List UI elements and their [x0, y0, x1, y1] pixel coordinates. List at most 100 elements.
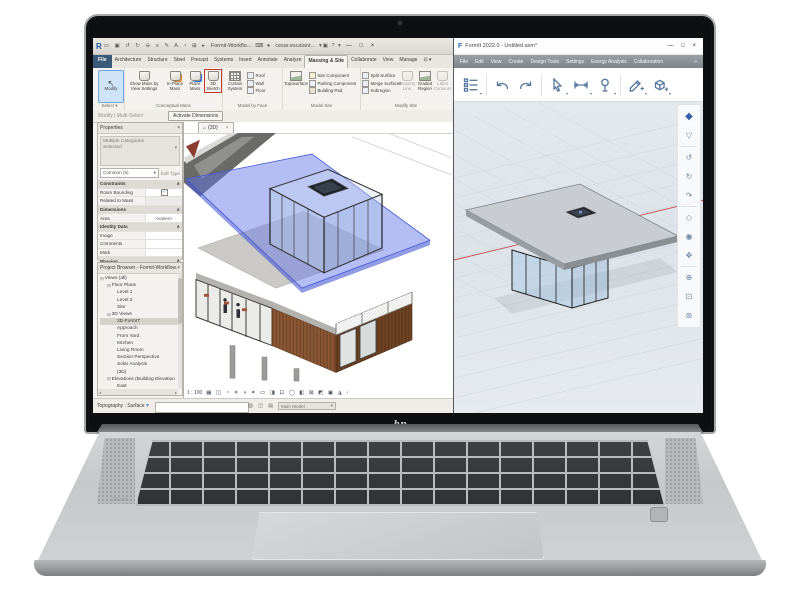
formit-window-controls[interactable]: — □ ×	[668, 43, 699, 49]
main-model-select[interactable]: Main Model▾	[278, 402, 336, 410]
modify-button[interactable]: ↖ Modify	[98, 70, 124, 103]
menu-energy-analysis[interactable]: Energy Analysis	[591, 59, 627, 65]
tab-insert[interactable]: Insert	[236, 55, 255, 68]
wall-button[interactable]: Wall	[247, 80, 266, 88]
toposurface-button[interactable]: Toposurface	[284, 70, 308, 87]
view-tab-3d[interactable]: ⌂ {3D} ×	[198, 122, 234, 133]
menu-design-tools[interactable]: Design Tools	[530, 59, 559, 65]
floor-button[interactable]: Floor	[247, 87, 266, 95]
in-place-mass-button[interactable]: In-Place Mass	[164, 70, 186, 92]
tab-manage[interactable]: Manage	[396, 55, 420, 68]
split-surface-button[interactable]: Split Surface	[362, 72, 402, 80]
tree-item[interactable]: ⊟3D Views	[100, 311, 182, 318]
account-name[interactable]: cesar.escalant...	[275, 43, 315, 49]
menu-file[interactable]: File	[460, 59, 468, 65]
type-selector[interactable]: Multiple Categories Selected ▾	[100, 136, 180, 166]
menu-settings[interactable]: Settings	[566, 59, 584, 65]
zoom-in-icon[interactable]: ⊕	[678, 268, 700, 287]
tab-collaborate[interactable]: Collaborate	[348, 55, 380, 68]
dimension-icon[interactable]: ▾	[572, 76, 590, 94]
section-constraints[interactable]: Constraints∧	[98, 180, 182, 189]
menu-overflow-icon[interactable]: »	[694, 59, 697, 65]
tab-analyze[interactable]: Analyze	[281, 55, 305, 68]
orbit-icon[interactable]: ↺	[678, 148, 700, 167]
menu-view[interactable]: View	[491, 59, 502, 65]
roof-button[interactable]: Roof	[247, 72, 266, 80]
tree-item[interactable]: Living Room	[100, 347, 182, 354]
view-control-bar[interactable]: 1 : 100 ▦ ◫ ◔ ☀ ◑ ✦ ▭ ◨ ⊡ ◯ ◧ ⊠ ◩ ▣ ◮ ‹	[187, 390, 350, 396]
tree-item[interactable]: ⊟Floor Plans	[100, 282, 182, 289]
tab-annotate[interactable]: Annotate	[255, 55, 281, 68]
view-cube-icon[interactable]: ◆	[678, 107, 700, 126]
tree-item[interactable]: Level 2	[100, 297, 182, 304]
place-mass-button[interactable]: Place Mass	[186, 70, 204, 92]
group-label-model-by-face[interactable]: Model by Face	[223, 103, 282, 110]
tab-massing-site[interactable]: Massing & Site	[304, 55, 348, 68]
tree-item[interactable]: From Yard	[100, 333, 182, 340]
menu-create[interactable]: Create	[508, 59, 523, 65]
tree-item[interactable]: Level 1	[100, 289, 182, 296]
project-browser-close-icon[interactable]: ×	[177, 265, 180, 271]
zoom-extents-icon[interactable]: ⊛	[678, 306, 700, 325]
draw-pencil-icon[interactable]: ▾	[627, 76, 645, 94]
tab-architecture[interactable]: Architecture	[112, 55, 145, 68]
tab-file[interactable]: File	[93, 55, 112, 68]
redo-icon[interactable]	[517, 76, 535, 94]
view-scale[interactable]: 1 : 100	[187, 390, 202, 396]
curtain-system-button[interactable]: Curtain System	[224, 70, 246, 92]
merge-surfaces-button[interactable]: Merge Surfaces	[362, 80, 402, 88]
graded-region-button[interactable]: Graded Region	[416, 70, 434, 92]
help-icons[interactable]: ▣ ? ▾	[323, 43, 342, 49]
formit-canvas[interactable]: ◆ ▽ ↺ ↻ ↷ ◇ ◉ ✥ ⊕ ⊡ ⊛	[454, 102, 703, 413]
group-label-model-site[interactable]: Model Site	[283, 103, 360, 110]
tab-view[interactable]: View	[380, 55, 397, 68]
undo-icon[interactable]	[493, 76, 511, 94]
view-tab-close-icon[interactable]: ×	[226, 125, 229, 131]
activate-dimensions-button[interactable]: Activate Dimensions	[168, 111, 223, 121]
revit-logo-icon[interactable]: R	[96, 42, 102, 51]
site-component-button[interactable]: Site Component	[309, 72, 356, 80]
subregion-button[interactable]: Subregion	[362, 87, 402, 95]
view-control-icons[interactable]: ▦ ◫ ◔ ☀ ◑ ✦ ▭ ◨ ⊡ ◯ ◧ ⊠ ◩ ▣ ◮ ‹	[206, 390, 349, 396]
tabs-overflow-icon[interactable]: ⊡ ▾	[420, 55, 434, 68]
group-label-conceptual-mass[interactable]: Conceptual Mass	[125, 103, 222, 110]
tree-item[interactable]: Approach	[100, 325, 182, 332]
tree-item[interactable]: Section Perspective	[100, 354, 182, 361]
section-identity-data[interactable]: Identity Data∧	[98, 223, 182, 232]
browser-vertical-scrollbar[interactable]	[178, 273, 182, 389]
tree-item[interactable]: ⊟Elevations (Building Elevation	[100, 376, 182, 383]
orbit-axis-icon[interactable]: ↻	[678, 167, 700, 186]
tree-item[interactable]: Site	[100, 304, 182, 311]
show-mass-button[interactable]: Show Mass by View Settings	[126, 70, 162, 92]
edit-type-button[interactable]: Edit Type	[161, 171, 180, 176]
select-cursor-icon[interactable]: ▾	[548, 76, 566, 94]
tree-item[interactable]: ⊟Views (all)	[100, 275, 182, 282]
primitive-cube-icon[interactable]: ▾	[651, 76, 669, 94]
pan-icon[interactable]: ✥	[678, 246, 700, 265]
tab-structure[interactable]: Structure	[144, 55, 170, 68]
menu-edit[interactable]: Edit	[475, 59, 484, 65]
walk-icon[interactable]: ◉	[678, 227, 700, 246]
spin-icon[interactable]: ↷	[678, 186, 700, 205]
look-around-icon[interactable]: ◇	[678, 208, 700, 227]
parking-component-button[interactable]: Parking Component	[309, 80, 356, 88]
properties-filter-select[interactable]: Common (5)▾	[100, 168, 159, 178]
tab-precast[interactable]: Precast	[188, 55, 211, 68]
tree-item[interactable]: {3D}	[100, 368, 182, 375]
chevron-down-icon[interactable]: ▾	[175, 146, 177, 152]
group-label-modify-site[interactable]: Modify Site	[361, 103, 451, 110]
filter-icon[interactable]: ▼	[145, 403, 150, 409]
room-bounding-checkbox[interactable]: ✓	[161, 189, 168, 196]
quick-access-toolbar[interactable]: ▭ ▣ ↺ ↻ ⊖ ≡ ✎ A ◔ ⊞ ▸	[104, 43, 207, 49]
browser-horizontal-scrollbar[interactable]: ◂▸	[98, 389, 178, 395]
properties-close-icon[interactable]: ×	[177, 125, 180, 131]
tree-item-selected[interactable]: 3D-FormIT	[100, 318, 182, 325]
inspect-probe-icon[interactable]: ▾	[596, 76, 614, 94]
section-dimensions[interactable]: Dimensions∧	[98, 206, 182, 215]
tree-item[interactable]: Kitchen	[100, 340, 182, 347]
group-label-select[interactable]: Select ▾	[95, 103, 124, 110]
layers-list-icon[interactable]: ▾	[462, 76, 480, 94]
revit-window-controls[interactable]: — □ ×	[346, 43, 377, 49]
3d-sketch-button[interactable]: 3D Sketch	[205, 70, 221, 92]
status-icons[interactable]: ▧ ◫ ▤	[248, 403, 275, 409]
